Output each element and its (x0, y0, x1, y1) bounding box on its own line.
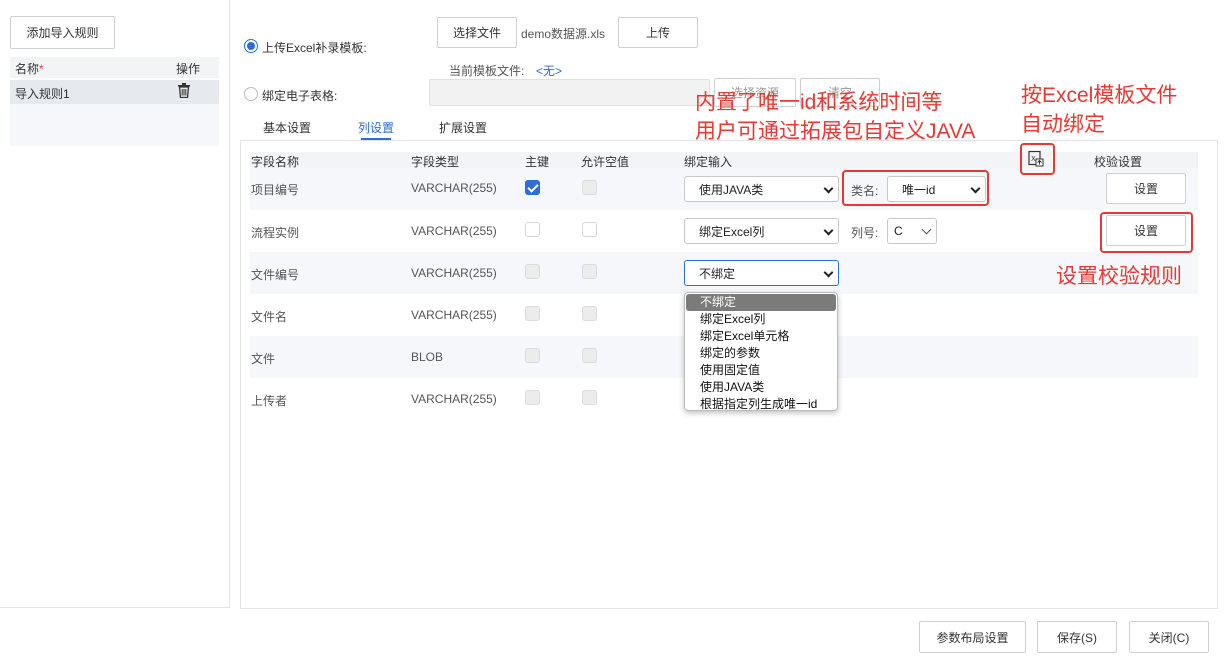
annotation-validate: 设置校验规则 (1056, 265, 1182, 288)
field-type: BLOB (411, 350, 444, 364)
rule-list-empty-area (10, 104, 219, 146)
field-name: 文件编号 (251, 268, 300, 282)
dropdown-option[interactable]: 不绑定 (686, 294, 836, 311)
primary-key-checkbox[interactable] (525, 348, 540, 363)
primary-key-checkbox[interactable] (525, 180, 540, 195)
chevron-down-icon (921, 224, 932, 235)
upload-excel-radio[interactable] (244, 39, 258, 53)
chevron-down-icon (823, 183, 834, 194)
primary-key-checkbox[interactable] (525, 264, 540, 279)
bind-sheet-radio[interactable] (244, 87, 258, 101)
allow-null-checkbox[interactable] (582, 222, 597, 237)
dropdown-option[interactable]: 使用固定值 (686, 362, 836, 379)
tab-extension-settings[interactable]: 扩展设置 (439, 119, 487, 136)
binding-select-value: 使用JAVA类 (699, 182, 764, 197)
column-number-label: 列号: (851, 226, 879, 240)
primary-key-checkbox[interactable] (525, 390, 540, 405)
binding-select-value: 不绑定 (699, 266, 736, 281)
binding-dropdown-menu: 不绑定 绑定Excel列 绑定Excel单元格 绑定的参数 使用固定值 使用JA… (684, 292, 838, 411)
field-type: VARCHAR(255) (411, 308, 497, 322)
current-template-label: 当前模板文件: (449, 64, 525, 78)
selected-file-name: demo数据源.xls (521, 27, 606, 41)
chevron-down-icon (823, 225, 834, 236)
annotation-java-line2: 用户可通过拓展包自定义JAVA (695, 120, 976, 143)
binding-select-value: 绑定Excel列 (699, 224, 765, 239)
annotation-highlight-validation (1100, 212, 1193, 253)
add-import-rule-button[interactable]: 添加导入规则 (10, 16, 115, 49)
binding-select[interactable]: 使用JAVA类 (684, 176, 839, 202)
dropdown-option[interactable]: 绑定的参数 (686, 345, 836, 362)
current-template-value[interactable]: <无> (536, 62, 562, 79)
annotation-excel-line1: 按Excel模板文件 (1021, 84, 1178, 107)
field-name: 项目编号 (251, 183, 300, 197)
field-name: 流程实例 (251, 226, 300, 240)
field-name: 上传者 (251, 394, 288, 408)
rule-name-header: 名称* (15, 62, 44, 76)
tab-column-settings[interactable]: 列设置 (358, 119, 394, 136)
sheet-path-input[interactable] (429, 79, 710, 106)
annotation-excel-line2: 自动绑定 (1021, 113, 1105, 136)
dropdown-option[interactable]: 使用JAVA类 (686, 379, 836, 396)
param-layout-button[interactable]: 参数布局设置 (919, 621, 1026, 653)
dropdown-option[interactable]: 绑定Excel列 (686, 311, 836, 328)
allow-null-checkbox[interactable] (582, 390, 597, 405)
upload-button[interactable]: 上传 (618, 17, 698, 48)
primary-key-checkbox[interactable] (525, 222, 540, 237)
rule-action-header: 操作 (176, 62, 201, 76)
allow-null-checkbox[interactable] (582, 264, 597, 279)
save-button[interactable]: 保存(S) (1037, 621, 1117, 653)
field-type: VARCHAR(255) (411, 181, 497, 195)
column-number-value: C (894, 224, 903, 238)
field-type: VARCHAR(255) (411, 266, 497, 280)
primary-key-checkbox[interactable] (525, 306, 540, 321)
annotation-highlight-auto-bind (1020, 143, 1055, 175)
allow-null-checkbox[interactable] (582, 306, 597, 321)
validation-settings-button[interactable]: 设置 (1106, 173, 1186, 204)
binding-select[interactable]: 绑定Excel列 (684, 218, 839, 244)
allow-null-checkbox[interactable] (582, 180, 597, 195)
annotation-highlight-class (842, 170, 989, 206)
bind-sheet-label: 绑定电子表格: (262, 89, 338, 103)
rule-name: 导入规则1 (15, 87, 70, 101)
field-name: 文件 (251, 352, 276, 366)
column-number-select[interactable]: C (887, 218, 937, 244)
close-button[interactable]: 关闭(C) (1129, 621, 1209, 653)
field-type: VARCHAR(255) (411, 392, 497, 406)
dropdown-option[interactable]: 根据指定列生成唯一id (686, 396, 836, 413)
annotation-java-line1: 内置了唯一id和系统时间等 (695, 91, 943, 114)
trash-icon[interactable] (177, 83, 191, 99)
field-type: VARCHAR(255) (411, 224, 497, 238)
field-name: 文件名 (251, 310, 288, 324)
upload-excel-label: 上传Excel补录模板: (262, 41, 367, 55)
chevron-down-icon (823, 267, 834, 278)
allow-null-checkbox[interactable] (582, 348, 597, 363)
choose-file-button[interactable]: 选择文件 (437, 17, 517, 48)
dropdown-option[interactable]: 绑定Excel单元格 (686, 328, 836, 345)
tab-basic-settings[interactable]: 基本设置 (263, 119, 311, 136)
binding-select[interactable]: 不绑定 (684, 260, 839, 286)
